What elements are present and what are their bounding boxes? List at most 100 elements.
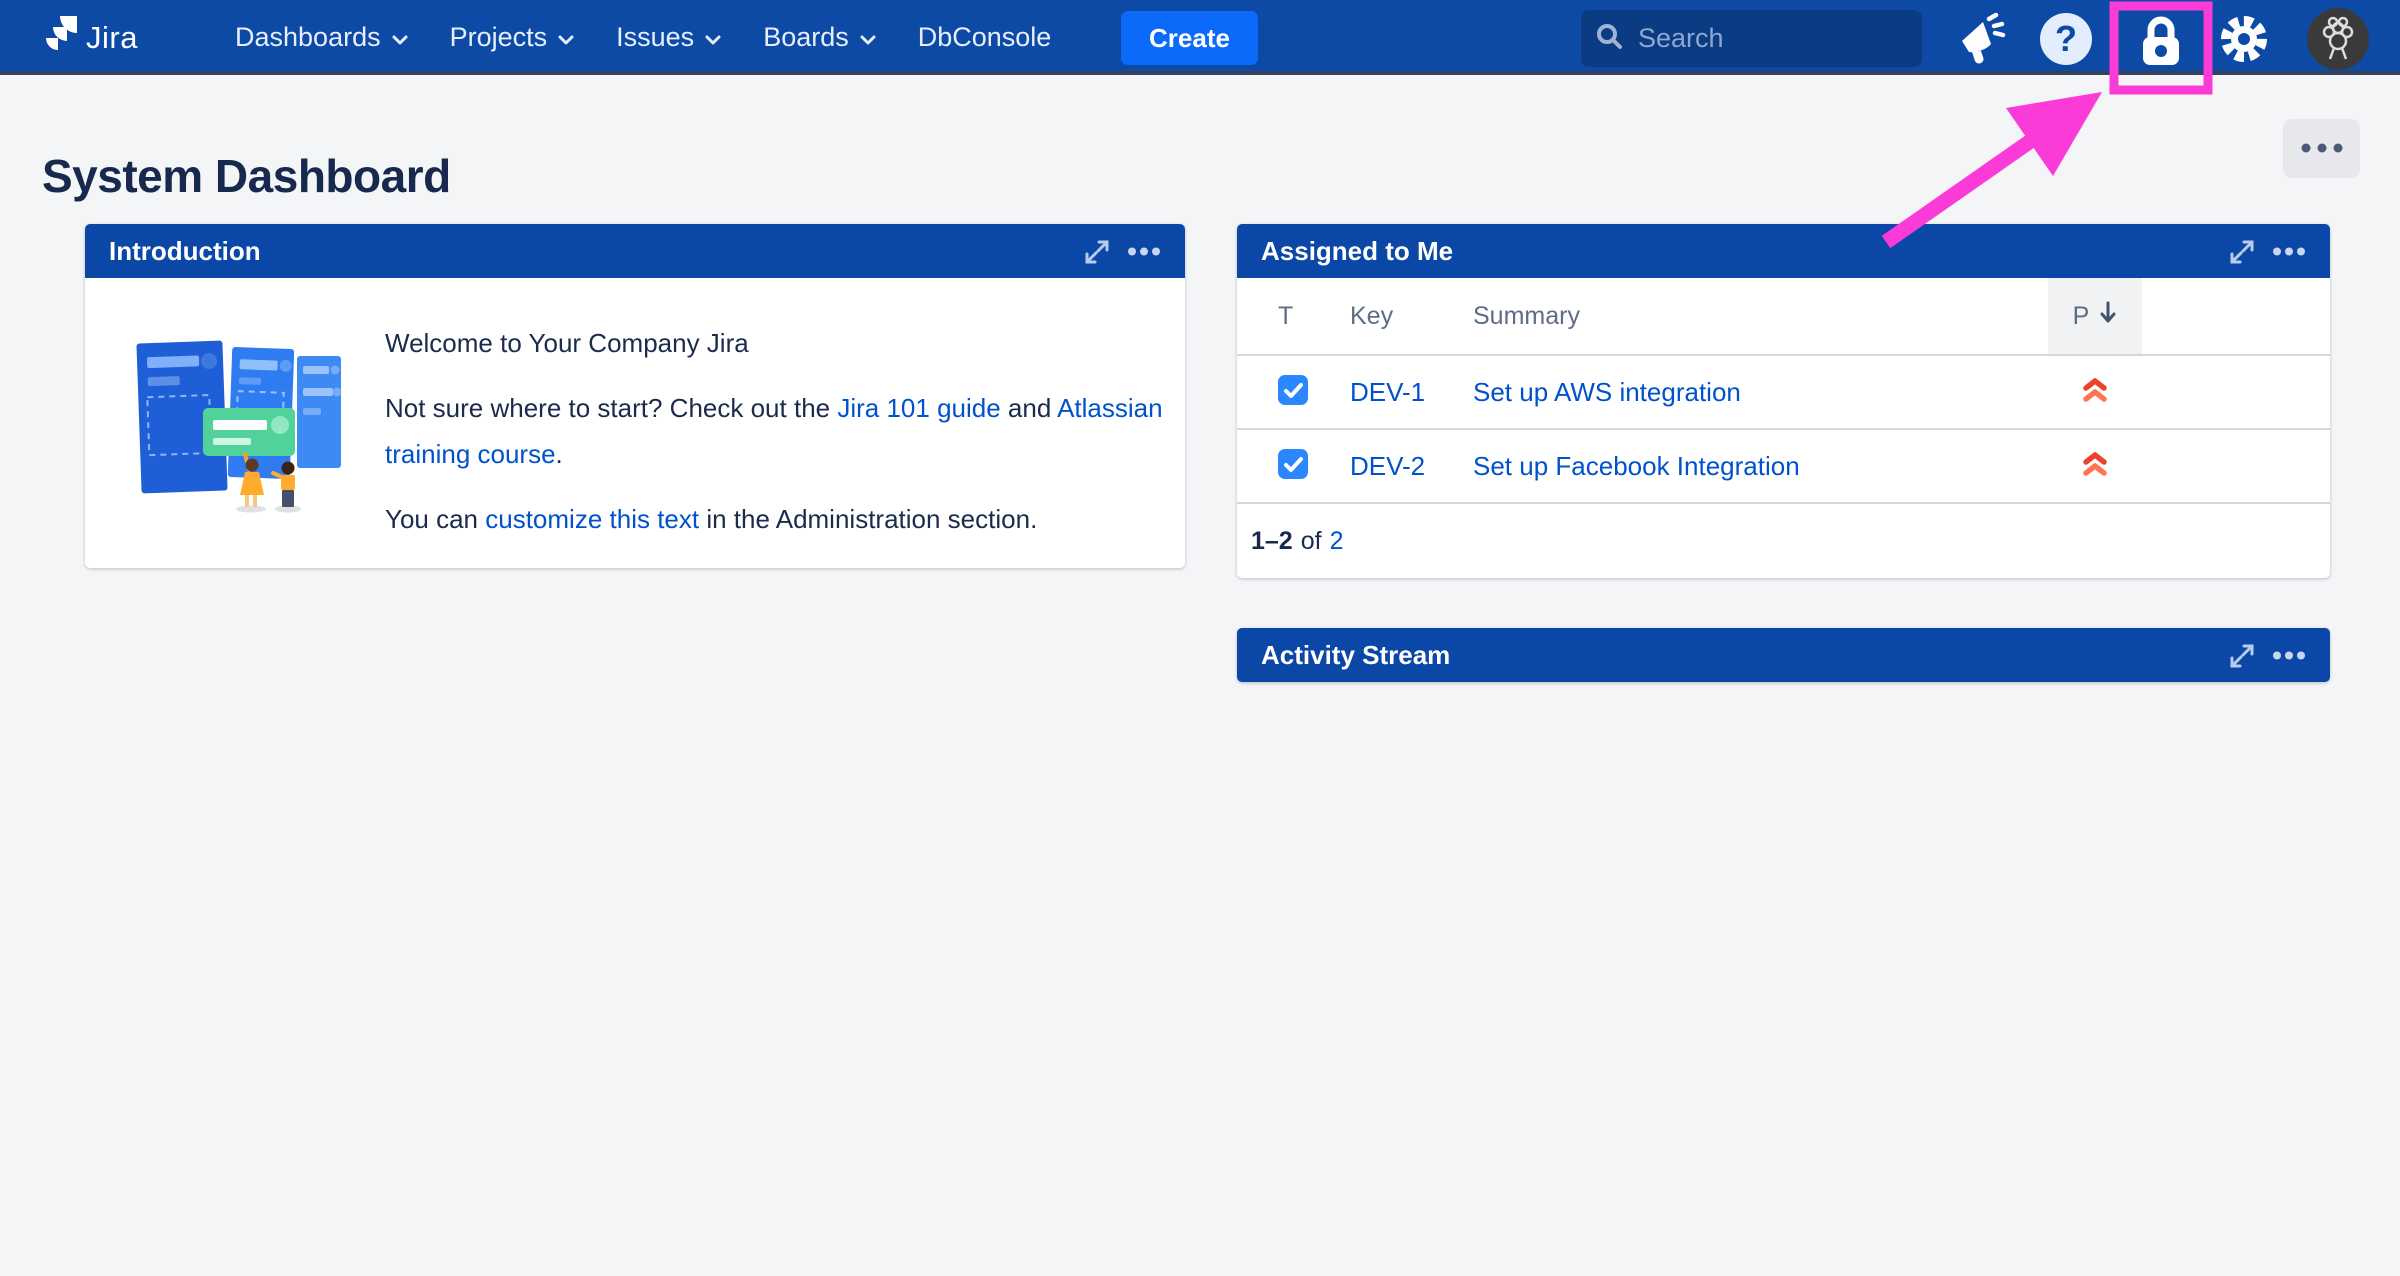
introduction-panel-header: Introduction xyxy=(85,224,1185,278)
pagination-total-link[interactable]: 2 xyxy=(1330,527,1344,556)
nav-boards-label: Boards xyxy=(763,22,849,53)
settings-button[interactable] xyxy=(2216,11,2272,70)
user-avatar[interactable] xyxy=(2306,7,2370,74)
assigned-to-me-panel: Assigned to Me T Key Summary P xyxy=(1237,224,2330,578)
sort-desc-icon xyxy=(2099,300,2117,332)
column-header-summary-label: Summary xyxy=(1473,302,1580,330)
task-icon xyxy=(1278,449,1308,484)
introduction-panel: Introduction xyxy=(85,224,1185,568)
activity-stream-panel-title: Activity Stream xyxy=(1261,640,1450,671)
jira-logo[interactable]: Jira xyxy=(36,13,138,62)
dashboard-left-column: Introduction xyxy=(85,224,1185,568)
customize-this-text-link[interactable]: customize this text xyxy=(485,504,699,534)
column-header-key-label: Key xyxy=(1350,302,1393,330)
pagination-of-label: of xyxy=(1301,527,1322,556)
search-input[interactable] xyxy=(1636,22,1876,55)
nav-dbconsole[interactable]: DbConsole xyxy=(897,0,1073,75)
priority-highest-icon xyxy=(2080,449,2110,484)
chevron-down-icon xyxy=(860,22,876,53)
column-header-key[interactable]: Key xyxy=(1350,302,1473,331)
task-icon xyxy=(1278,375,1308,410)
issue-key-cell: DEV-1 xyxy=(1350,377,1473,408)
panel-menu-icon[interactable] xyxy=(2272,651,2306,660)
chevron-down-icon xyxy=(558,22,574,53)
intro-illustration xyxy=(135,328,347,519)
main-menu: Dashboards Projects Issues Boards DbCons… xyxy=(214,0,1072,75)
table-row: DEV-2 Set up Facebook Integration xyxy=(1237,428,2330,502)
avatar xyxy=(2306,59,2370,74)
issue-summary-link[interactable]: Set up Facebook Integration xyxy=(1473,451,1800,481)
issue-type-cell xyxy=(1237,430,1350,502)
pagination-range: 1–2 xyxy=(1251,527,1293,556)
announcement-button[interactable] xyxy=(1952,12,2006,69)
issue-table: T Key Summary P DEV-1 Set up xyxy=(1237,278,2330,578)
intro-p3-text2: in the Administration section. xyxy=(699,504,1037,534)
issue-key-link[interactable]: DEV-2 xyxy=(1350,451,1425,481)
nav-dbconsole-label: DbConsole xyxy=(918,22,1052,53)
nav-dashboards[interactable]: Dashboards xyxy=(214,0,429,75)
search-icon xyxy=(1595,22,1624,56)
issue-key-link[interactable]: DEV-1 xyxy=(1350,377,1425,407)
pagination: 1–2 of 2 xyxy=(1237,502,2330,578)
panel-expand-icon[interactable] xyxy=(2226,640,2256,670)
jira-101-guide-link[interactable]: Jira 101 guide xyxy=(837,393,1000,423)
assigned-to-me-panel-header: Assigned to Me xyxy=(1237,224,2330,278)
priority-highest-icon xyxy=(2080,375,2110,410)
issue-priority-cell xyxy=(2048,430,2142,502)
activity-stream-panel-header: Activity Stream xyxy=(1237,628,2330,682)
column-header-priority-label: P xyxy=(2073,302,2090,331)
chevron-down-icon xyxy=(392,22,408,53)
panel-menu-icon[interactable] xyxy=(2272,247,2306,256)
panel-menu-icon[interactable] xyxy=(1127,247,1161,256)
nav-projects-label: Projects xyxy=(450,22,548,53)
intro-getting-started-line: Not sure where to start? Check out the J… xyxy=(385,385,1165,477)
column-header-type-label: T xyxy=(1278,302,1293,331)
issue-table-header-row: T Key Summary P xyxy=(1237,278,2330,354)
issue-summary-cell: Set up AWS integration xyxy=(1473,377,2048,408)
intro-welcome-line: Welcome to Your Company Jira xyxy=(385,320,1165,366)
search-box[interactable] xyxy=(1581,10,1922,67)
introduction-panel-title: Introduction xyxy=(109,236,261,267)
create-button[interactable]: Create xyxy=(1121,11,1258,65)
panel-expand-icon[interactable] xyxy=(2226,236,2256,266)
column-header-type[interactable]: T xyxy=(1237,278,1350,354)
column-header-summary[interactable]: Summary xyxy=(1473,302,2048,331)
ellipsis-icon xyxy=(2300,141,2344,156)
jira-logo-icon xyxy=(36,13,78,62)
issue-summary-link[interactable]: Set up AWS integration xyxy=(1473,377,1741,407)
panel-expand-icon[interactable] xyxy=(1081,236,1111,266)
brand-text: Jira xyxy=(86,20,138,56)
lock-icon xyxy=(2134,57,2188,72)
intro-p2-text2: and xyxy=(1001,393,1057,423)
issue-key-cell: DEV-2 xyxy=(1350,451,1473,482)
nav-projects[interactable]: Projects xyxy=(429,0,596,75)
intro-p3-text1: You can xyxy=(385,504,485,534)
help-button[interactable]: ? xyxy=(2038,11,2094,70)
issue-priority-cell xyxy=(2048,356,2142,428)
nav-issues[interactable]: Issues xyxy=(595,0,742,75)
introduction-panel-body: Welcome to Your Company Jira Not sure wh… xyxy=(85,278,1185,568)
intro-customize-line: You can customize this text in the Admin… xyxy=(385,496,1165,542)
help-icon: ? xyxy=(2038,55,2094,70)
annotation-arrow-head xyxy=(2006,92,2102,176)
issue-type-cell xyxy=(1237,356,1350,428)
issue-summary-cell: Set up Facebook Integration xyxy=(1473,451,2048,482)
intro-p2-text3: . xyxy=(556,439,563,469)
announcement-icon xyxy=(1952,54,2006,69)
top-navbar: Jira Dashboards Projects Issues Boards D… xyxy=(0,0,2400,75)
lock-button[interactable] xyxy=(2134,11,2188,72)
nav-issues-label: Issues xyxy=(616,22,694,53)
nav-dashboards-label: Dashboards xyxy=(235,22,381,53)
table-row: DEV-1 Set up AWS integration xyxy=(1237,354,2330,428)
dashboard-right-column: Assigned to Me T Key Summary P xyxy=(1237,224,2330,682)
intro-p2-text1: Not sure where to start? Check out the xyxy=(385,393,837,423)
page-title: System Dashboard xyxy=(42,150,451,202)
column-header-priority[interactable]: P xyxy=(2048,278,2142,354)
assigned-to-me-panel-title: Assigned to Me xyxy=(1261,236,1453,267)
chevron-down-icon xyxy=(705,22,721,53)
svg-text:?: ? xyxy=(2055,18,2077,59)
gear-icon xyxy=(2216,55,2272,70)
intro-text: Welcome to Your Company Jira Not sure wh… xyxy=(385,320,1165,561)
page-more-button[interactable] xyxy=(2283,119,2360,178)
nav-boards[interactable]: Boards xyxy=(742,0,897,75)
